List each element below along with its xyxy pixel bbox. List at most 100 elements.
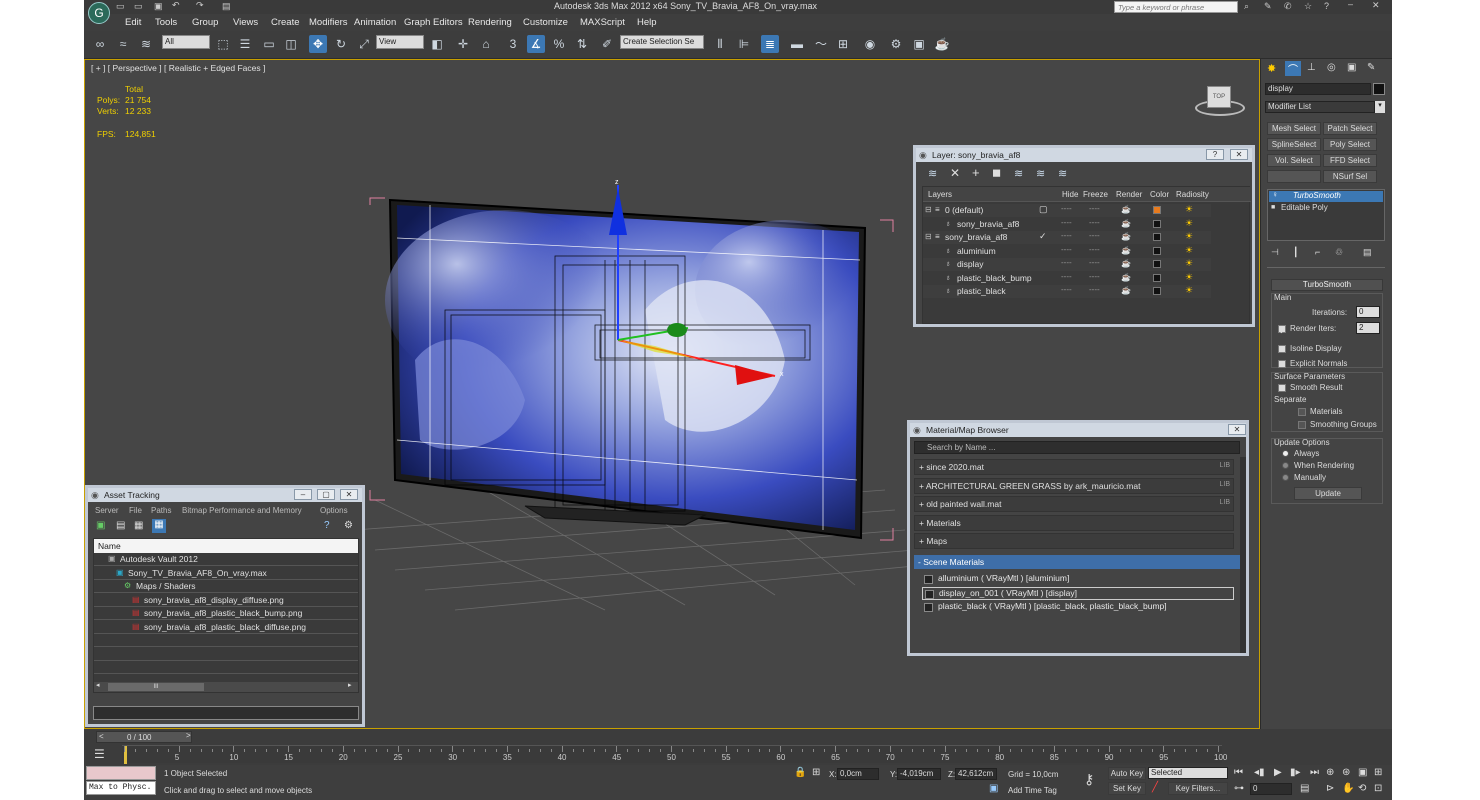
spline-select-button[interactable]: SplineSelect: [1267, 138, 1321, 151]
rect-selection-icon[interactable]: ▭: [260, 35, 278, 53]
y-coord-field[interactable]: -4,019cm: [897, 768, 941, 780]
hierarchy-tab-icon[interactable]: ⊥: [1307, 62, 1316, 73]
asset-minimize-button[interactable]: –: [294, 489, 312, 500]
select-rotate-icon[interactable]: ↻: [332, 35, 350, 53]
teapot-render-icon[interactable]: ☕: [1121, 246, 1131, 255]
delete-layer-icon[interactable]: ✕: [950, 166, 960, 180]
time-slider[interactable]: < 0 / 100: [96, 731, 192, 743]
layer-freeze-toggle[interactable]: ----: [1089, 272, 1100, 281]
col-layers[interactable]: Layers: [928, 190, 952, 199]
layer-dialog-help-button[interactable]: ?: [1206, 149, 1224, 160]
scene-material-item[interactable]: display_on_001 ( VRayMtl ) [display]: [922, 587, 1234, 600]
freeze-all-layers-icon[interactable]: ≋: [1058, 167, 1067, 180]
make-unique-icon[interactable]: ⌐: [1315, 247, 1320, 257]
menu-rendering[interactable]: Rendering: [468, 17, 512, 28]
layer-expand-icon[interactable]: ⊟: [925, 205, 932, 214]
patch-select-button[interactable]: Patch Select: [1323, 122, 1377, 135]
favorites-star-icon[interactable]: ☆: [1304, 1, 1312, 12]
absolute-mode-icon[interactable]: ⊞: [812, 767, 820, 778]
layer-manager-dialog[interactable]: Layer: sony_bravia_af8 ◉ ? ✕ ≋ ✕ + ◼ ≋ ≋…: [913, 145, 1255, 327]
pan-icon[interactable]: ✋: [1342, 783, 1354, 794]
link-icon[interactable]: ∞: [91, 35, 109, 53]
material-library-row[interactable]: + since 2020.mat LIB: [914, 459, 1234, 475]
schematic-view-icon[interactable]: ⊞: [834, 35, 852, 53]
quick-open-icon[interactable]: ▭: [134, 1, 143, 12]
motion-tab-icon[interactable]: ◎: [1327, 62, 1336, 73]
goto-end-icon[interactable]: ⏭: [1310, 767, 1319, 778]
remove-modifier-icon[interactable]: ♲: [1335, 247, 1343, 258]
stack-item-editable-poly[interactable]: Editable Poly: [1269, 203, 1383, 214]
subscription-icon[interactable]: ✎: [1264, 1, 1272, 12]
asset-row[interactable]: ▤ sony_bravia_af8_plastic_black_diffuse.p…: [94, 621, 358, 634]
key-filter-pen-icon[interactable]: ╱: [1152, 782, 1158, 793]
select-scale-icon[interactable]: ⤢: [355, 35, 373, 53]
zoom-all-icon[interactable]: ⊛: [1342, 767, 1350, 778]
layer-name[interactable]: aluminium: [957, 246, 996, 256]
teapot-render-icon[interactable]: ☕: [1121, 219, 1131, 228]
stack-item-turbosmooth[interactable]: TurboSmooth: [1269, 191, 1383, 202]
layer-name[interactable]: display: [957, 259, 983, 269]
z-coord-field[interactable]: 42,612cm: [955, 768, 997, 780]
layer-manager-icon[interactable]: ≣: [761, 35, 779, 53]
material-library-row[interactable]: + ARCHITECTURAL GREEN GRASS by ark_mauri…: [914, 477, 1234, 494]
teapot-render-icon[interactable]: ☕: [1121, 205, 1131, 214]
fov-icon[interactable]: ⊳: [1326, 783, 1334, 794]
menu-customize[interactable]: Customize: [523, 17, 568, 28]
project-folder-icon[interactable]: ▤: [222, 1, 231, 12]
asset-row[interactable]: ▣ Autodesk Vault 2012: [94, 553, 358, 566]
scroll-left-icon[interactable]: ◂: [96, 681, 100, 689]
material-library-row[interactable]: + Materials: [914, 514, 1234, 531]
radiosity-sun-icon[interactable]: ☀: [1185, 245, 1193, 256]
render-iters-spinner[interactable]: 2: [1356, 322, 1380, 334]
asset-tracking-dialog[interactable]: Asset Tracking ◉ – ▢ ✕ Server File Paths…: [85, 485, 365, 727]
scene-materials-header[interactable]: - Scene Materials: [914, 555, 1240, 569]
unlink-icon[interactable]: ≈: [114, 35, 132, 53]
material-editor-icon[interactable]: ◉: [861, 35, 879, 53]
layer-row[interactable]: ♁ aluminium ---- ---- ☕ ☀: [923, 244, 1211, 258]
layer-hide-toggle[interactable]: ----: [1061, 218, 1072, 227]
zoom-extents-all-icon[interactable]: ⊞: [1374, 767, 1382, 778]
layer-row[interactable]: ♁ plastic_black ---- ---- ☕ ☀: [923, 285, 1211, 298]
scroll-right-icon[interactable]: ▸: [348, 681, 352, 689]
menu-modifiers[interactable]: Modifiers: [309, 17, 348, 28]
highlight-selected-icon[interactable]: ≋: [1014, 167, 1023, 180]
key-mode-icon[interactable]: ⊶: [1234, 783, 1244, 794]
menu-help[interactable]: Help: [637, 17, 657, 28]
layer-freeze-toggle[interactable]: ----: [1089, 231, 1100, 240]
layer-color-swatch[interactable]: [1153, 206, 1161, 214]
maxscript-listener-white[interactable]: Max to Physc.: [86, 781, 156, 795]
mesh-select-button[interactable]: Mesh Select: [1267, 122, 1321, 135]
iterations-spinner[interactable]: 0: [1356, 306, 1380, 318]
explicit-normals-checkbox[interactable]: [1278, 360, 1286, 368]
radiosity-sun-icon[interactable]: ☀: [1185, 204, 1193, 215]
x-coord-field[interactable]: 0,0cm: [837, 768, 879, 780]
object-name-field[interactable]: display: [1265, 83, 1371, 95]
select-objects-in-layer-icon[interactable]: ◼: [992, 166, 1001, 179]
layer-color-swatch[interactable]: [1153, 287, 1161, 295]
layer-hide-toggle[interactable]: ----: [1061, 272, 1072, 281]
layer-name[interactable]: sony_bravia_af8: [957, 219, 1019, 229]
scene-material-item[interactable]: alluminium ( VRayMtl ) [aluminium]: [922, 573, 1222, 586]
radiosity-sun-icon[interactable]: ☀: [1185, 285, 1193, 296]
selection-lock-icon[interactable]: 🔒: [794, 767, 806, 778]
layer-color-swatch[interactable]: [1153, 233, 1161, 241]
smoothing-groups-checkbox[interactable]: [1298, 421, 1306, 429]
time-tag-icon[interactable]: ▣: [989, 783, 998, 794]
material-library-row[interactable]: + Maps: [914, 533, 1234, 549]
tv-model[interactable]: [385, 198, 875, 540]
help-search-input[interactable]: Type a keyword or phrase: [1114, 1, 1238, 13]
keyboard-shortcut-icon[interactable]: ⌂: [477, 35, 495, 53]
asset-row[interactable]: ▣ Sony_TV_Bravia_AF8_On_vray.max: [94, 567, 358, 580]
teapot-render-icon[interactable]: ☕: [1121, 286, 1131, 295]
ffd-select-button[interactable]: FFD Select: [1323, 154, 1377, 167]
spinner-snap-icon[interactable]: ⇅: [573, 35, 591, 53]
material-browser-scrollbar[interactable]: [1240, 457, 1246, 653]
layer-current-check-icon[interactable]: ✓: [1039, 231, 1047, 242]
material-browser-titlebar[interactable]: Material/Map Browser: [910, 423, 1246, 437]
pin-stack-icon[interactable]: ⊣: [1271, 247, 1279, 258]
pivot-center-icon[interactable]: ◧: [428, 35, 446, 53]
layer-dialog-titlebar[interactable]: Layer: sony_bravia_af8: [916, 148, 1252, 162]
render-iters-checkbox[interactable]: ✓: [1278, 325, 1287, 336]
key-mode-dropdown[interactable]: Selected: [1148, 767, 1228, 779]
empty-modifier-button[interactable]: [1267, 170, 1321, 183]
